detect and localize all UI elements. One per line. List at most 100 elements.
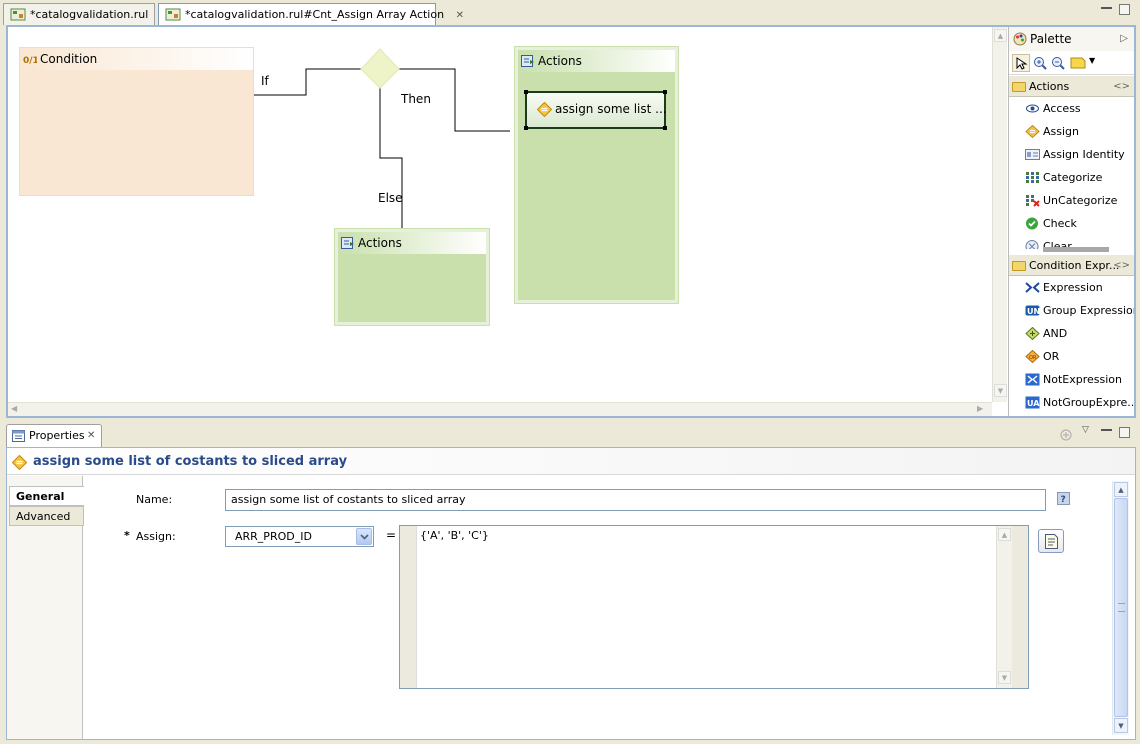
then-actions-box[interactable]: Actions assign some list ...: [514, 46, 679, 304]
condition-box[interactable]: 0/1 Condition: [19, 47, 254, 196]
canvas-horizontal-scrollbar[interactable]: ◀ ▶: [8, 402, 992, 416]
svg-text:?: ?: [1061, 495, 1066, 505]
condition-icon: 0/1: [23, 56, 37, 65]
minimize-icon[interactable]: [1101, 428, 1112, 431]
zoom-out-icon[interactable]: [1051, 56, 1065, 70]
collapse-icon[interactable]: <>: [1113, 255, 1130, 277]
decision-diamond[interactable]: [359, 48, 401, 90]
resize-handle[interactable]: [524, 90, 528, 94]
palette-title: Palette: [1030, 32, 1072, 46]
palette-item-check[interactable]: Check: [1009, 212, 1134, 235]
collapse-icon[interactable]: <>: [1113, 76, 1130, 98]
pointer-icon: [1016, 57, 1028, 70]
chevron-down-icon: [360, 534, 369, 540]
condition-title: Condition: [40, 52, 98, 66]
palette-item-categorize[interactable]: Categorize: [1009, 166, 1134, 189]
scroll-right-icon[interactable]: ▶: [977, 404, 983, 413]
scroll-left-icon[interactable]: ◀: [11, 404, 17, 413]
palette-item-uncategorize[interactable]: UnCategorize: [1009, 189, 1134, 212]
document-edit-icon: [1045, 534, 1058, 549]
assign-icon: [537, 102, 552, 117]
item-label: Expression: [1043, 281, 1103, 294]
assign-action-node[interactable]: assign some list ...: [524, 90, 667, 130]
tab-properties[interactable]: Properties ✕: [6, 424, 102, 448]
expression-builder-button[interactable]: [1038, 529, 1064, 553]
side-tab-advanced[interactable]: Advanced: [9, 506, 84, 526]
palette-header[interactable]: Palette ▷: [1009, 27, 1134, 51]
close-icon[interactable]: ✕: [87, 425, 95, 447]
dropdown-button[interactable]: [356, 528, 372, 545]
side-tab-general[interactable]: General: [9, 486, 84, 506]
tab-label: *catalogvalidation.rul#Cnt_Assign Array …: [185, 8, 445, 21]
item-label: Check: [1043, 217, 1077, 230]
resize-handle[interactable]: [524, 126, 528, 130]
diagram-canvas[interactable]: 0/1 Condition If Then Else Actions assig…: [8, 27, 994, 402]
properties-title: assign some list of costants to sliced a…: [33, 454, 348, 469]
actions-icon: [341, 237, 354, 249]
categorize-grid-icon: [1026, 172, 1039, 183]
palette-item-expression[interactable]: Expression: [1009, 276, 1134, 299]
tab-assign-array-action[interactable]: *catalogvalidation.rul#Cnt_Assign Array …: [158, 3, 464, 25]
resize-handle[interactable]: [663, 90, 667, 94]
palette-item-group-expression[interactable]: UN Group Expression: [1009, 299, 1134, 322]
view-menu-icon[interactable]: ▽: [1082, 425, 1089, 435]
scroll-down-icon[interactable]: ▼: [1114, 718, 1128, 733]
group-expression-icon: UN: [1025, 305, 1040, 316]
folder-icon: [1012, 82, 1026, 92]
editor-tab-bar: *catalogvalidation.rul *catalogvalidatio…: [0, 0, 1140, 26]
zoom-in-icon[interactable]: [1033, 56, 1047, 70]
tab-catalogvalidation[interactable]: *catalogvalidation.rul: [3, 3, 155, 25]
rule-editor: 0/1 Condition If Then Else Actions assig…: [6, 25, 1136, 418]
item-label: AND: [1043, 327, 1068, 340]
scroll-up-icon[interactable]: ▲: [1114, 482, 1128, 497]
expression-icon: [1025, 282, 1040, 293]
expression-editor[interactable]: {'A', 'B', 'C'} ▲ ▼: [399, 525, 1029, 689]
palette-item-not-expression[interactable]: NotExpression: [1009, 368, 1134, 391]
item-label: Assign: [1043, 125, 1079, 138]
svg-text:0/1: 0/1: [23, 56, 37, 65]
maximize-icon[interactable]: [1119, 4, 1130, 15]
else-actions-box[interactable]: Actions: [334, 228, 490, 326]
note-icon[interactable]: [1070, 57, 1086, 69]
properties-icon: [12, 430, 25, 442]
scroll-thumb[interactable]: [1114, 498, 1128, 717]
rule-file-icon: [165, 8, 181, 21]
item-label: Categorize: [1043, 171, 1103, 184]
minimize-icon[interactable]: [1101, 6, 1112, 9]
scroll-up-icon[interactable]: ▲: [994, 29, 1007, 42]
palette-category-conditions[interactable]: Condition Expr... <>: [1009, 254, 1134, 276]
palette-scroll-indicator[interactable]: [1043, 247, 1109, 252]
palette-collapse-icon[interactable]: ▷: [1120, 27, 1128, 51]
select-tool-button[interactable]: [1012, 54, 1030, 72]
palette-item-assign-identity[interactable]: Assign Identity: [1009, 143, 1134, 166]
resize-handle[interactable]: [663, 126, 667, 130]
thumb-grip: [1118, 603, 1125, 612]
palette-item-and[interactable]: AND: [1009, 322, 1134, 345]
assign-target-select[interactable]: ARR_PROD_ID: [225, 526, 374, 547]
chevron-down-icon[interactable]: ▼: [1089, 56, 1095, 65]
else-actions-header: Actions: [338, 232, 486, 254]
properties-vertical-scrollbar[interactable]: ▲ ▼: [1112, 481, 1129, 735]
properties-tab-label: Properties: [29, 429, 85, 442]
palette-item-access[interactable]: Access: [1009, 97, 1134, 120]
condition-header: 0/1 Condition: [20, 48, 253, 70]
palette-item-assign[interactable]: Assign: [1009, 120, 1134, 143]
palette-item-not-group-expression[interactable]: UA NotGroupExpre...: [1009, 391, 1134, 414]
pin-icon[interactable]: [1059, 427, 1075, 443]
scroll-up-icon[interactable]: ▲: [998, 528, 1011, 541]
and-icon: [1025, 327, 1040, 340]
scroll-down-icon[interactable]: ▼: [994, 384, 1007, 397]
assign-icon: [12, 455, 27, 470]
expression-vertical-scrollbar[interactable]: ▲ ▼: [996, 526, 1012, 688]
canvas-vertical-scrollbar[interactable]: ▲ ▼: [992, 27, 1007, 402]
or-icon: OR: [1025, 350, 1040, 363]
palette-item-or[interactable]: OR OR: [1009, 345, 1134, 368]
scroll-down-icon[interactable]: ▼: [998, 671, 1011, 684]
expression-text[interactable]: {'A', 'B', 'C'}: [420, 529, 489, 542]
assign-icon: [1025, 125, 1040, 138]
help-icon[interactable]: ?: [1057, 492, 1070, 505]
palette-category-actions[interactable]: Actions <>: [1009, 75, 1134, 97]
name-field[interactable]: assign some list of costants to sliced a…: [225, 489, 1046, 511]
maximize-icon[interactable]: [1119, 427, 1130, 438]
close-icon[interactable]: ✕: [456, 10, 464, 21]
